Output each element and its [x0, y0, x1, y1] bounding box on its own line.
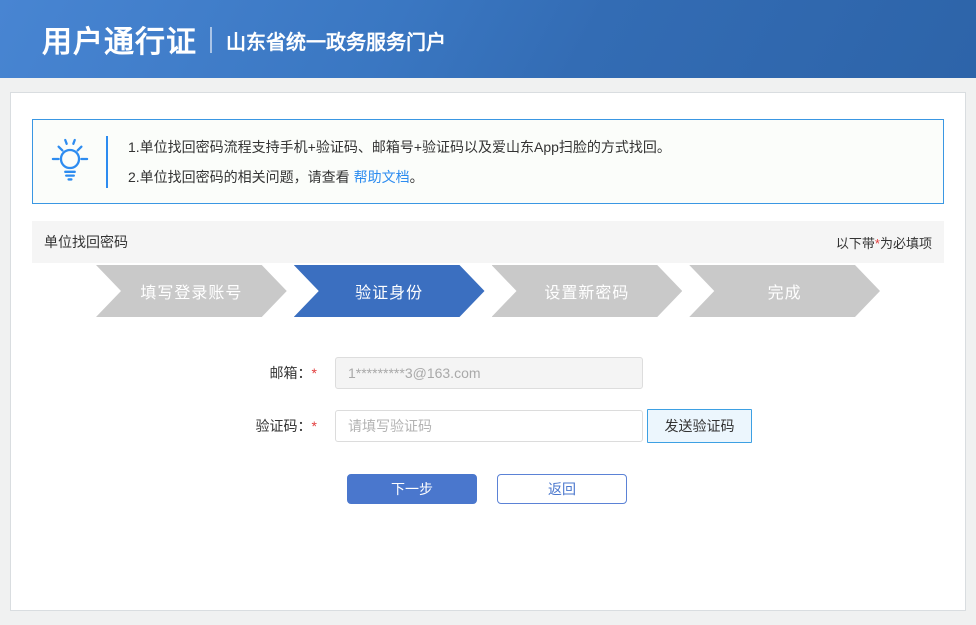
- notice-icon-area: [33, 137, 106, 186]
- lightbulb-icon: [51, 137, 89, 186]
- recovery-form: 邮箱：* 验证码：* 发送验证码 下一步 返回: [11, 357, 965, 504]
- section-header-bar: 单位找回密码 以下带*为必填项: [32, 221, 944, 263]
- help-doc-link[interactable]: 帮助文档: [354, 169, 410, 185]
- verification-code-input[interactable]: [335, 410, 643, 442]
- step-fill-account: 填写登录账号: [96, 265, 287, 317]
- header-divider: [210, 27, 212, 53]
- notice-box: 1.单位找回密码流程支持手机+验证码、邮箱号+验证码以及爱山东App扫脸的方式找…: [32, 119, 944, 204]
- required-fields-note: 以下带*为必填项: [835, 235, 932, 251]
- code-required-star: *: [311, 418, 317, 434]
- app-header: 用户通行证 山东省统一政务服务门户: [0, 0, 976, 78]
- back-button[interactable]: 返回: [497, 474, 627, 504]
- step-set-new-password: 设置新密码: [492, 265, 683, 317]
- app-title: 用户通行证: [42, 26, 197, 59]
- form-actions: 下一步 返回: [347, 474, 965, 504]
- email-required-star: *: [311, 365, 317, 381]
- app-subtitle: 山东省统一政务服务门户: [226, 32, 446, 54]
- section-title: 单位找回密码: [44, 234, 128, 250]
- notice-text: 1.单位找回密码流程支持手机+验证码、邮箱号+验证码以及爱山东App扫脸的方式找…: [108, 132, 671, 192]
- send-code-button[interactable]: 发送验证码: [647, 409, 752, 443]
- email-row: 邮箱：*: [11, 357, 965, 389]
- next-step-button[interactable]: 下一步: [347, 474, 477, 504]
- notice-line-2-text: 2.单位找回密码的相关问题，请查看: [128, 168, 354, 185]
- code-label: 验证码：*: [255, 418, 317, 434]
- step-indicator: 填写登录账号 验证身份 设置新密码 完成: [96, 265, 880, 317]
- notice-line-2-suffix: 。: [409, 168, 424, 185]
- step-verify-identity: 验证身份: [294, 265, 485, 317]
- notice-line-2: 2.单位找回密码的相关问题，请查看 帮助文档。: [128, 162, 671, 192]
- email-field: [335, 357, 643, 389]
- notice-line-1: 1.单位找回密码流程支持手机+验证码、邮箱号+验证码以及爱山东App扫脸的方式找…: [128, 138, 671, 155]
- code-row: 验证码：* 发送验证码: [11, 409, 965, 443]
- main-card: 1.单位找回密码流程支持手机+验证码、邮箱号+验证码以及爱山东App扫脸的方式找…: [10, 92, 966, 611]
- step-done: 完成: [689, 265, 880, 317]
- email-label: 邮箱：*: [269, 365, 317, 381]
